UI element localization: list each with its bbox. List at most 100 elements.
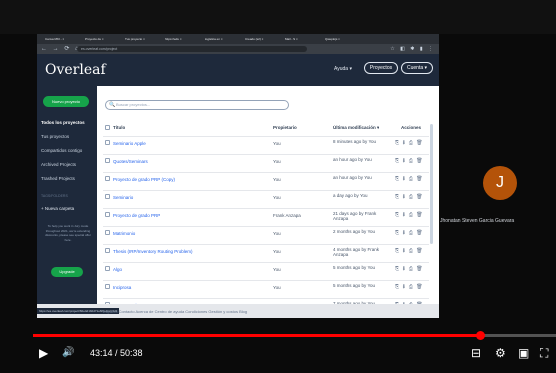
project-modified: 8 minutes ago by You: [333, 139, 377, 144]
footer-bar: https://es.overleaf.com/project/60e4d1b0…: [37, 304, 439, 318]
overleaf-logo[interactable]: Overleaf: [45, 62, 106, 78]
row-checkbox[interactable]: [105, 248, 110, 253]
play-icon[interactable]: ▶: [39, 346, 48, 360]
project-owner: You: [273, 249, 281, 254]
subtitles-icon[interactable]: ⊟: [471, 346, 481, 360]
sidebar-item[interactable]: Todos los proyectos: [41, 120, 85, 125]
sidebar-item[interactable]: Compartidos contigo: [41, 148, 82, 153]
row-action-icons[interactable]: ⎘ ⬇ ⎙ 🗑: [395, 140, 424, 146]
row-checkbox[interactable]: [105, 230, 110, 235]
list-scrollbar[interactable]: [430, 124, 433, 244]
time-display: 43:14 / 50:38: [90, 348, 143, 358]
video-frame[interactable]: Canva MKI - × Proyecto de × Tus proyecto ×…: [0, 0, 556, 373]
project-title[interactable]: Proyecto de grado PRP (Copy): [113, 177, 263, 182]
project-row[interactable]: Seminario You a day ago by You ⎘ ⬇ ⎙ 🗑: [103, 190, 429, 204]
row-checkbox[interactable]: [105, 194, 110, 199]
row-checkbox[interactable]: [105, 140, 110, 145]
col-title[interactable]: Título: [113, 125, 125, 130]
row-checkbox[interactable]: [105, 284, 110, 289]
col-modified[interactable]: Última modificación ▾: [333, 125, 379, 131]
project-modified: 4 months ago by Frank Anzapa: [333, 247, 380, 257]
projects-button[interactable]: Proyectos: [364, 62, 398, 74]
browser-tab[interactable]: Tus proyecto ×: [125, 35, 163, 43]
progress-bar[interactable]: [33, 331, 556, 340]
project-row[interactable]: Thesis (IRP/Inventory Routing Problem) Yo…: [103, 244, 429, 258]
row-action-icons[interactable]: ⎘ ⬇ ⎙ 🗑: [395, 212, 424, 218]
project-title[interactable]: Matrimonio: [113, 231, 263, 236]
project-row[interactable]: Algo You 5 months ago by You ⎘ ⬇ ⎙ 🗑: [103, 262, 429, 276]
row-action-icons[interactable]: ⎘ ⬇ ⎙ 🗑: [395, 230, 424, 236]
project-title[interactable]: Thesis (IRP/Inventory Routing Problem): [113, 249, 263, 254]
browser-tab[interactable]: Canva MKI - ×: [45, 35, 83, 43]
tags-folders-label: TAGS/FOLDERS: [41, 194, 68, 198]
project-row[interactable]: Inciprosa You 5 months ago by You ⎘ ⬇ ⎙ 🗑: [103, 280, 429, 294]
browser-tab[interactable]: https://edu ×: [165, 35, 203, 43]
search-input[interactable]: 🔍 Buscar proyectos...: [105, 100, 289, 110]
project-list-panel: 🔍 Buscar proyectos... Título Propietario…: [97, 86, 439, 318]
project-owner: You: [273, 231, 281, 236]
project-title[interactable]: Seminario Apple: [113, 141, 263, 146]
new-folder-button[interactable]: + Nueva carpeta: [41, 206, 74, 211]
col-owner[interactable]: Propietario: [273, 125, 297, 130]
browser-tab[interactable]: Proyecto de ×: [85, 35, 123, 43]
search-placeholder: Buscar proyectos...: [116, 102, 151, 107]
miniplayer-icon[interactable]: ▣: [518, 346, 529, 360]
search-icon: 🔍: [109, 102, 116, 108]
project-row[interactable]: Seminario Apple You 8 minutes ago by You ⎘ …: [103, 136, 429, 150]
progress-played: [33, 334, 480, 337]
sidebar-item[interactable]: Tus proyectos: [41, 134, 69, 139]
row-action-icons[interactable]: ⎘ ⬇ ⎙ 🗑: [395, 284, 424, 290]
project-row[interactable]: Proyecto de grado PRP (Copy) You an hour a…: [103, 172, 429, 186]
row-action-icons[interactable]: ⎘ ⬇ ⎙ 🗑: [395, 248, 424, 254]
project-table-header: Título Propietario Última modificación ▾…: [103, 124, 429, 134]
project-title[interactable]: Seminario: [113, 195, 263, 200]
settings-icon[interactable]: ⚙: [495, 346, 506, 360]
browser-nav-icons[interactable]: ← → ⟳ ⌂: [41, 45, 81, 53]
row-action-icons[interactable]: ⎘ ⬇ ⎙ 🗑: [395, 194, 424, 200]
address-bar: ← → ⟳ ⌂ es.overleaf.com/project ☆ ◧ ✱ ▮ …: [37, 44, 439, 54]
project-owner: You: [273, 285, 281, 290]
participant-name: Jhonatan Steven Garcia Guevara: [440, 218, 515, 224]
new-project-button[interactable]: Nuevo proyecto: [43, 96, 89, 107]
volume-icon[interactable]: 🔊: [62, 346, 74, 360]
select-all-checkbox[interactable]: [105, 125, 110, 130]
project-row[interactable]: Quotes/Seminars You an hour ago by You ⎘ ⬇ …: [103, 154, 429, 168]
project-modified: 21 days ago by Frank Anzapa: [333, 211, 377, 221]
browser-tab[interactable]: logistica en ×: [205, 35, 243, 43]
row-action-icons[interactable]: ⎘ ⬇ ⎙ 🗑: [395, 176, 424, 182]
sidebar-item[interactable]: Archived Projects: [41, 162, 76, 167]
help-menu[interactable]: Ayuda ▾: [334, 66, 352, 72]
scrubber-handle[interactable]: [475, 331, 485, 340]
account-button[interactable]: Cuenta ▾: [401, 62, 433, 74]
project-owner: You: [273, 159, 281, 164]
video-top-bar: [0, 0, 556, 34]
project-sidebar: Nuevo proyecto Todos los proyectos Tus pr…: [37, 86, 97, 318]
row-checkbox[interactable]: [105, 212, 110, 217]
project-row[interactable]: Proyecto de grado PRP Frank Anzapa 21 days…: [103, 208, 429, 222]
browser-extension-icons[interactable]: ☆ ◧ ✱ ▮ ⋮: [390, 45, 435, 53]
project-title[interactable]: Inciprosa: [113, 285, 263, 290]
browser-tab[interactable]: Creado (s2) ×: [245, 35, 283, 43]
row-checkbox[interactable]: [105, 266, 110, 271]
browser-tab[interactable]: Qweplojs ×: [325, 35, 363, 43]
project-owner: You: [273, 141, 281, 146]
project-title[interactable]: Proyecto de grado PRP: [113, 213, 263, 218]
project-row[interactable]: Matrimonio You 2 months ago by You ⎘ ⬇ ⎙ 🗑: [103, 226, 429, 240]
row-action-icons[interactable]: ⎘ ⬇ ⎙ 🗑: [395, 266, 424, 272]
url-field[interactable]: es.overleaf.com/project: [77, 46, 307, 52]
project-modified: 5 months ago by You: [333, 265, 376, 270]
browser-tab[interactable]: Mail - S ×: [285, 35, 323, 43]
project-modified: a day ago by You: [333, 193, 368, 198]
sidebar-item[interactable]: Trashed Projects: [41, 176, 75, 181]
upgrade-button[interactable]: Upgrade: [51, 267, 83, 277]
project-modified: an hour ago by You: [333, 157, 372, 162]
row-action-icons[interactable]: ⎘ ⬇ ⎙ 🗑: [395, 158, 424, 164]
project-title[interactable]: Quotes/Seminars: [113, 159, 263, 164]
project-title[interactable]: Algo: [113, 267, 263, 272]
fullscreen-icon[interactable]: ⛶: [540, 346, 548, 360]
row-checkbox[interactable]: [105, 158, 110, 163]
overleaf-header: Overleaf Ayuda ▾ Proyectos Cuenta ▾: [37, 54, 439, 86]
project-modified: an hour ago by You: [333, 175, 372, 180]
footer-links[interactable]: Español Contacto Acerca de Centro de ayu…: [103, 309, 247, 314]
row-checkbox[interactable]: [105, 176, 110, 181]
